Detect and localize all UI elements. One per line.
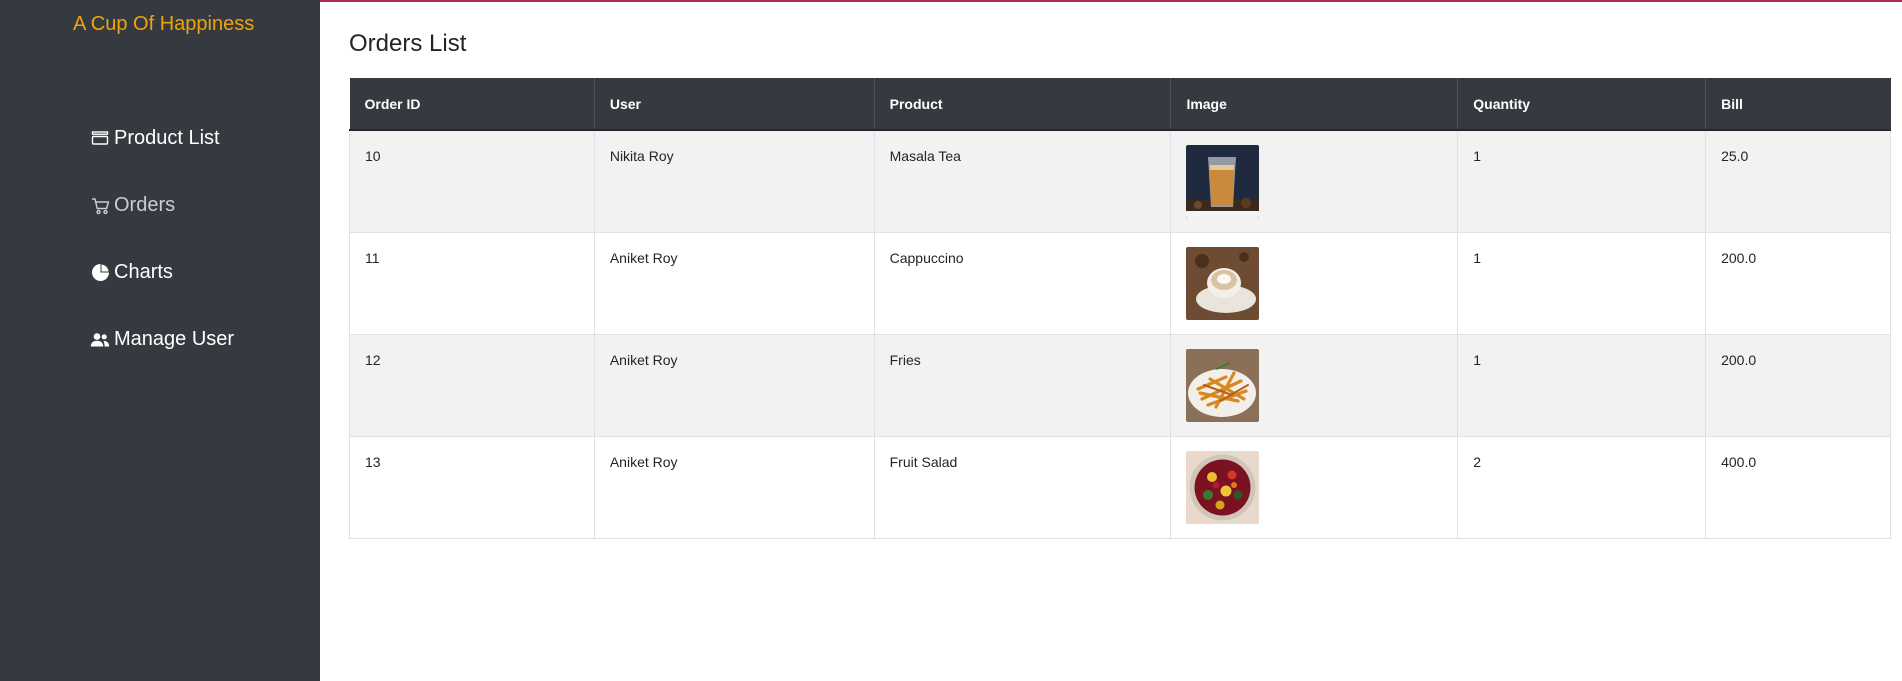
orders-table: Order ID User Product Image Quantity Bil… [349,78,1891,539]
cell-user: Aniket Roy [593,333,875,437]
sidebar-item-product-list[interactable]: Product List [90,127,220,150]
fruit-salad-image [1186,450,1260,524]
cell-product: Fruit Salad [873,435,1172,539]
sidebar-item-label: Orders [114,194,176,216]
column-header-quantity: Quantity [1457,78,1706,131]
users-icon [90,330,110,350]
column-header-order-id: Order ID [349,78,595,131]
sidebar-item-label: Manage User [114,328,235,350]
cell-image [1170,231,1459,335]
cell-order-id: 12 [349,333,595,437]
cell-order-id: 13 [349,435,595,539]
fries-image [1186,348,1260,422]
cell-image [1170,129,1459,233]
column-header-product: Product [873,78,1171,131]
cart-icon [90,196,110,216]
column-header-user: User [593,78,875,131]
cell-bill: 25.0 [1705,129,1891,233]
cell-quantity: 1 [1457,231,1707,335]
table-row: 13 Aniket Roy Fruit Salad 2 400.0 [349,435,1891,539]
table-row: 10 Nikita Roy Masala Tea 1 25.0 [349,129,1891,233]
sidebar: A Cup Of Happiness Product List Orders C… [0,0,320,681]
sidebar-item-label: Product List [114,127,220,149]
cell-quantity: 1 [1457,129,1707,233]
cell-quantity: 2 [1457,435,1707,539]
cappuccino-image [1186,246,1260,320]
cell-image [1170,333,1459,437]
cell-quantity: 1 [1457,333,1707,437]
masala-tea-image [1186,145,1260,218]
cell-product: Masala Tea [873,129,1172,233]
cell-product: Cappuccino [873,231,1172,335]
table-header-row: Order ID User Product Image Quantity Bil… [349,78,1891,131]
cell-bill: 400.0 [1705,435,1891,539]
cell-order-id: 11 [349,231,595,335]
sidebar-item-charts[interactable]: Charts [90,261,173,284]
cell-image [1170,435,1459,539]
cell-user: Nikita Roy [593,129,875,233]
cell-bill: 200.0 [1705,231,1891,335]
cell-order-id: 10 [349,129,595,233]
table-row: 12 Aniket Roy Fries 1 200.0 [349,333,1891,437]
main-content: Orders List Order ID User Product Image … [320,0,1902,681]
pie-chart-icon [90,263,110,283]
page-title: Orders List [349,30,467,57]
brand-title[interactable]: A Cup Of Happiness [73,13,254,36]
cell-product: Fries [873,333,1172,437]
table-row: 11 Aniket Roy Cappuccino 1 200.0 [349,231,1891,335]
sidebar-item-label: Charts [114,261,173,283]
cell-bill: 200.0 [1705,333,1891,437]
sidebar-item-orders[interactable]: Orders [90,194,175,217]
column-header-bill: Bill [1705,78,1891,131]
column-header-image: Image [1170,78,1458,131]
sidebar-item-manage-user[interactable]: Manage User [90,328,234,351]
cell-user: Aniket Roy [593,231,875,335]
product-list-icon [90,129,110,149]
cell-user: Aniket Roy [593,435,875,539]
